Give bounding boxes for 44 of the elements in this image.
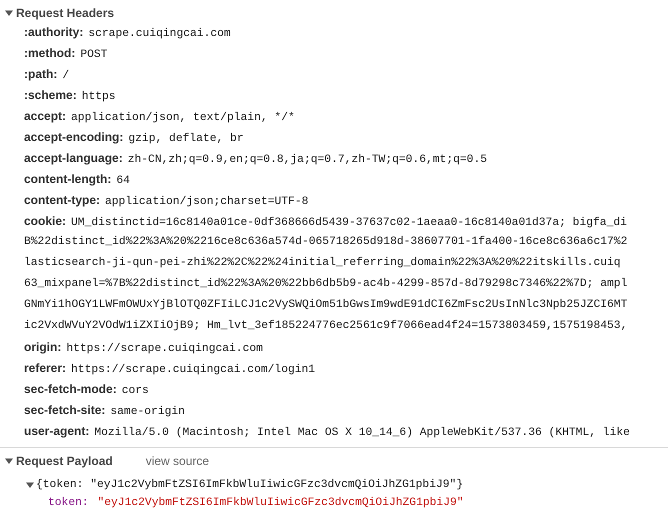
header-value: POST: [80, 48, 108, 63]
header-value: application/json;charset=UTF-8: [105, 194, 308, 210]
header-name: accept-language:: [24, 150, 123, 167]
view-source-link[interactable]: view source: [146, 454, 210, 468]
expanded-triangle-icon[interactable]: [5, 8, 13, 16]
section-title[interactable]: Request Payload: [16, 454, 113, 468]
header-name: user-agent:: [24, 423, 90, 440]
header-value: /: [62, 68, 70, 84]
header-value: Mozilla/5.0 (Macintosh; Intel Mac OS X 10_14_6) AppleWebKit/537.36 (KHTML, like: [94, 426, 630, 441]
header-value: GNmYi1hOGY1LWFmOWUxYjBlOTQ0ZFIiLCJ1c2VySWQiOm51bGwsIm9wdE91dCI6ZmFsc2UsInNlc3Npb25JZCI6MT: [24, 298, 628, 313]
expanded-triangle-icon[interactable]: [5, 456, 13, 464]
header-value: ic2VxdWVuY2VOdW1iZXIiOjB9; Hm_lvt_3ef185224776ec2561c9f7066ead4f24=1573803459,1575198453,: [24, 318, 628, 334]
header-value: 63_mixpanel=%7B%22distinct_id%22%3A%20%22bb6db5b9-ac4b-4299-857d-8d79298c7346%22%7D; ampl: [24, 276, 628, 292]
header-value: zh-CN,zh;q=0.9,en;q=0.8,ja;q=0.7,zh-TW;q=0.6,mt;q=0.5: [128, 152, 488, 168]
header-name: content-length:: [24, 171, 112, 188]
property-key: token:: [48, 497, 89, 509]
header-value: application/json, text/plain, */*: [71, 110, 295, 126]
header-value: lasticsearch-ji-qun-pei-zhi%22%2C%22%24initial_referring_domain%22%3A%20%22itskills.cuiq: [24, 256, 621, 271]
header-name: :scheme:: [24, 87, 77, 104]
header-name: accept-encoding:: [24, 129, 124, 146]
header-value: https://scrape.cuiqingcai.com/login1: [71, 362, 316, 378]
header-name: cookie:: [24, 213, 66, 230]
header-name: accept:: [24, 108, 66, 125]
object-summary[interactable]: {token: "eyJ1c2VybmFtZSI6ImFkbWluIiwicGFzc3dvcmQiOiJhZG1pbiJ9"}: [36, 479, 464, 491]
header-value: same-origin: [110, 404, 185, 420]
header-name: sec-fetch-site:: [24, 402, 106, 419]
header-name: :authority:: [24, 24, 84, 41]
header-name: content-type:: [24, 192, 100, 209]
expanded-triangle-icon[interactable]: [26, 481, 34, 489]
header-name: sec-fetch-mode:: [24, 381, 117, 398]
header-name: :path:: [24, 66, 58, 83]
header-value: https: [82, 90, 116, 105]
property-value: "eyJ1c2VybmFtZSI6ImFkbWluIiwicGFzc3dvcmQiOiJhZG1pbiJ9": [96, 497, 464, 509]
header-name: referer:: [24, 360, 66, 377]
header-value: UM_distinctid=16c8140a01ce-0df368666d5439-37637c02-1aeaa0-16c8140a01d37a; bigfa_di: [71, 216, 627, 231]
header-value: scrape.cuiqingcai.com: [88, 26, 231, 42]
header-name: origin:: [24, 339, 62, 356]
header-value: cors: [122, 384, 149, 399]
header-value: gzip, deflate, br: [128, 132, 244, 147]
header-value: https://scrape.cuiqingcai.com: [66, 342, 263, 357]
header-value: 64: [116, 174, 130, 189]
header-value: B%22distinct_id%22%3A%20%2216ce8c636a574d-065718265d918d-38607701-1fa400-16ce8c636a6c17%2: [24, 234, 628, 250]
header-name: :method:: [24, 45, 76, 62]
section-title[interactable]: Request Headers: [16, 6, 114, 20]
